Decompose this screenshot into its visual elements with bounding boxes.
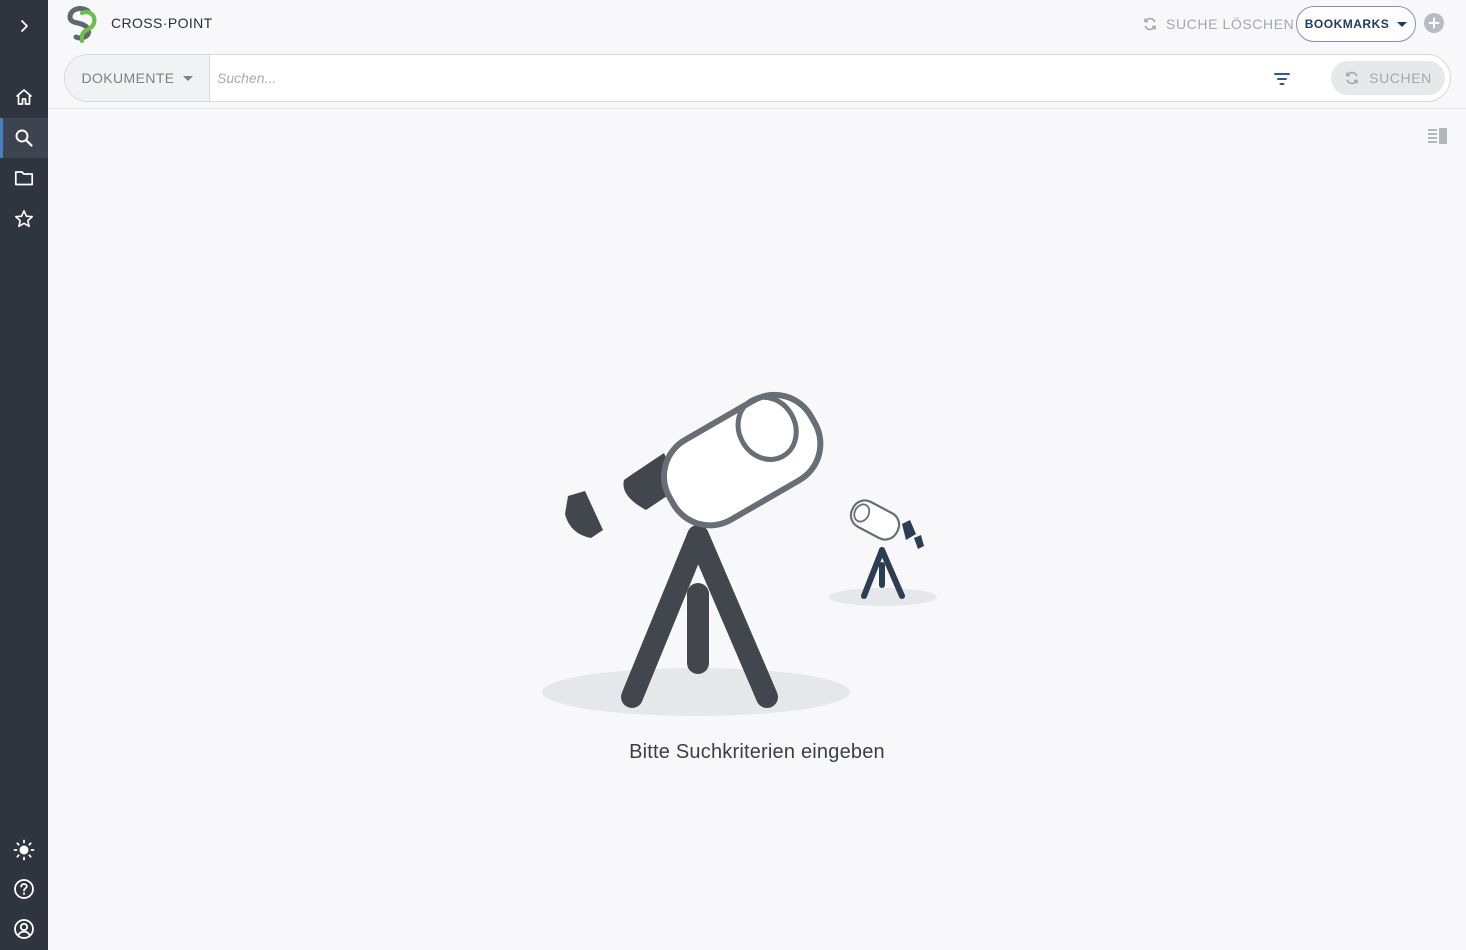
sun-icon xyxy=(13,839,35,861)
bookmarks-label: BOOKMARKS xyxy=(1304,17,1390,31)
search-bar: DOKUMENTE SUCHEN xyxy=(64,54,1451,102)
top-header: CROSS·POINT SUCHE LÖSCHEN BOOKMARKS xyxy=(48,0,1466,48)
refresh-icon xyxy=(1144,17,1156,31)
search-submit-label: SUCHEN xyxy=(1369,70,1432,86)
search-submit-button[interactable]: SUCHEN xyxy=(1331,61,1445,95)
help-icon xyxy=(14,879,34,899)
app-title: CROSS·POINT xyxy=(111,15,213,31)
search-scope-dropdown[interactable]: DOKUMENTE xyxy=(65,55,210,101)
account-button[interactable] xyxy=(0,909,48,949)
header-divider xyxy=(48,108,1466,109)
panel-toggle-icon[interactable] xyxy=(1428,128,1448,144)
refresh-icon xyxy=(1346,71,1358,85)
sidebar-item-home[interactable] xyxy=(0,77,48,117)
plus-icon xyxy=(1428,17,1440,29)
search-icon xyxy=(15,129,33,147)
telescope-illustration xyxy=(542,391,937,716)
theme-toggle-button[interactable] xyxy=(0,830,48,870)
clear-search-label: SUCHE LÖSCHEN xyxy=(1166,16,1295,32)
sidebar-item-folder[interactable] xyxy=(0,158,48,198)
add-button[interactable] xyxy=(1424,13,1444,33)
caret-down-icon xyxy=(182,75,193,81)
home-icon xyxy=(15,89,33,105)
chevron-right-icon xyxy=(21,20,28,32)
search-scope-label: DOKUMENTE xyxy=(81,70,175,86)
folder-icon xyxy=(14,171,34,186)
empty-state-message: Bitte Suchkriterien eingeben xyxy=(629,741,885,763)
sidebar xyxy=(0,0,48,950)
help-button[interactable] xyxy=(0,869,48,909)
clear-search-button[interactable]: SUCHE LÖSCHEN xyxy=(1142,13,1294,35)
sidebar-expand-button[interactable] xyxy=(0,6,48,46)
cross-point-logo-icon xyxy=(67,6,97,43)
sidebar-item-favorites[interactable] xyxy=(0,199,48,239)
user-account-icon xyxy=(14,919,34,939)
filter-icon xyxy=(1274,73,1290,85)
sidebar-item-search[interactable] xyxy=(0,118,48,158)
filter-button[interactable] xyxy=(1270,67,1294,91)
bookmarks-dropdown-button[interactable]: BOOKMARKS xyxy=(1296,6,1416,42)
search-input[interactable] xyxy=(217,63,1257,93)
caret-down-icon xyxy=(1397,21,1408,27)
star-icon xyxy=(15,210,33,228)
